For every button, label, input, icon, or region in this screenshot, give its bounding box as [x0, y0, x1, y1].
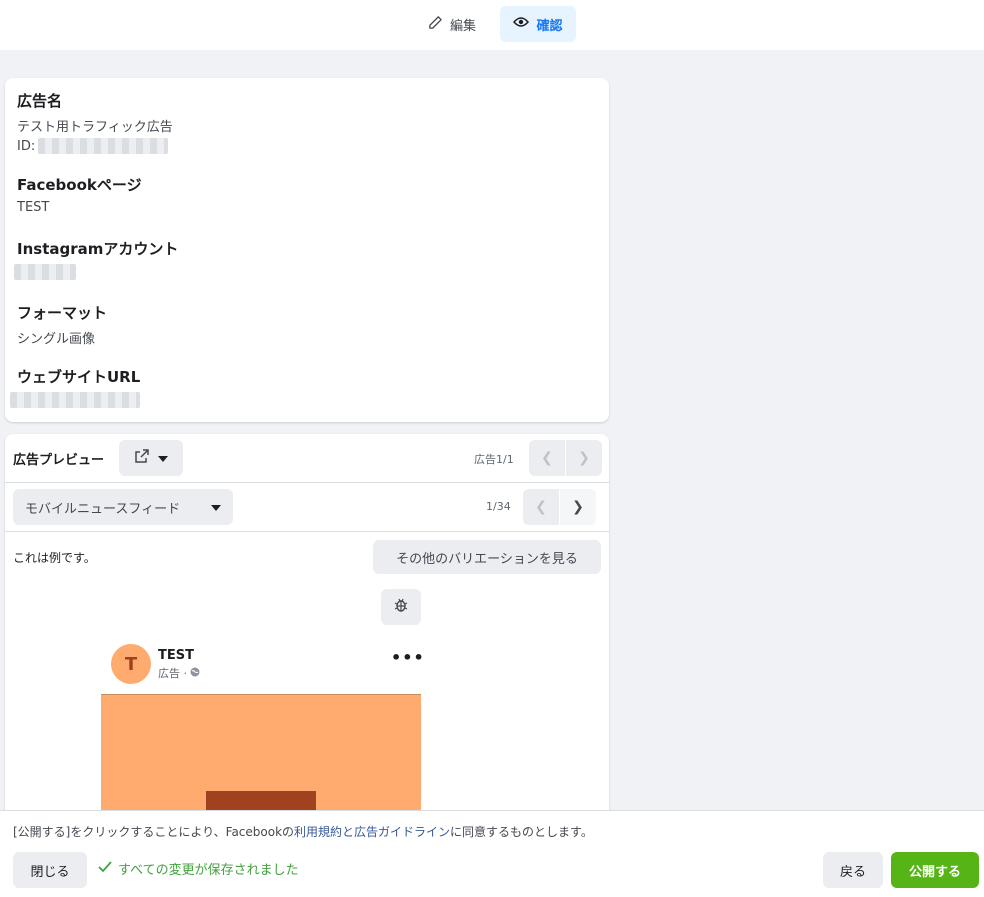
post-page-name: TEST	[158, 648, 194, 663]
saved-status: すべての変更が保存されました	[98, 859, 299, 878]
publish-button[interactable]: 公開する	[891, 852, 979, 888]
post-sponsored-label: 広告 ·	[158, 665, 200, 681]
redacted-url	[10, 392, 140, 408]
chevron-right-icon: ❯	[578, 450, 590, 466]
terms-text: [公開する]をクリックすることにより、Facebookの利用規約と広告ガイドライ…	[13, 825, 593, 839]
website-section: ウェブサイトURL	[10, 366, 141, 412]
chevron-right-icon: ❯	[572, 499, 584, 515]
more-variations-button[interactable]: その他のバリエーションを見る	[373, 540, 601, 574]
prev-ad-button[interactable]: ❮	[529, 440, 565, 476]
ad-count: 広告1/1	[474, 453, 514, 466]
prev-placement-button[interactable]: ❮	[523, 489, 559, 525]
ad-name-title: 広告名	[17, 92, 63, 110]
next-ad-button[interactable]: ❯	[566, 440, 602, 476]
ad-id-label: ID:	[17, 138, 36, 154]
close-button[interactable]: 閉じる	[13, 852, 87, 888]
website-title: ウェブサイトURL	[17, 368, 141, 386]
tab-review-label: 確認	[536, 18, 563, 34]
caret-down-icon	[211, 500, 221, 515]
placement-label: モバイルニュースフィード	[25, 501, 181, 517]
placement-dropdown[interactable]: モバイルニュースフィード	[13, 489, 233, 525]
bug-icon	[393, 597, 409, 617]
example-note: これは例です。	[13, 551, 96, 565]
tab-edit[interactable]: 編集	[418, 6, 486, 42]
redacted-id	[38, 138, 169, 154]
top-bar: 編集 確認	[0, 0, 984, 50]
page-avatar: T	[111, 644, 151, 684]
divider	[5, 531, 609, 532]
pencil-icon	[428, 15, 443, 34]
divider	[5, 482, 609, 483]
fb-page-section: Facebookページ TEST	[17, 174, 142, 215]
fb-page-value: TEST	[17, 200, 50, 215]
tab-review[interactable]: 確認	[500, 6, 576, 42]
back-button[interactable]: 戻る	[823, 852, 883, 888]
instagram-section: Instagramアカウント	[14, 238, 179, 284]
preview-title: 広告プレビュー	[13, 453, 105, 468]
instagram-title: Instagramアカウント	[17, 240, 179, 258]
saved-status-label: すべての変更が保存されました	[118, 863, 299, 878]
preview-share-dropdown[interactable]	[119, 440, 183, 476]
globe-icon	[190, 667, 200, 680]
external-link-icon	[134, 448, 150, 468]
format-title: フォーマット	[17, 304, 108, 322]
next-placement-button[interactable]: ❯	[560, 489, 596, 525]
terms-link[interactable]: 利用規約と広告ガイドライン	[294, 825, 450, 839]
bug-report-button[interactable]	[381, 589, 421, 625]
more-options-icon[interactable]: •••	[391, 648, 425, 667]
ad-name-section: 広告名 テスト用トラフィック広告 ID:	[17, 90, 173, 154]
redacted-instagram	[14, 264, 76, 280]
format-value: シングル画像	[17, 332, 96, 347]
chevron-left-icon: ❮	[541, 450, 553, 466]
ad-preview-card: 広告プレビュー 広告1/1 ❮ ❯ モバイルニュースフィード 1/34 ❮ ❯ …	[5, 434, 609, 854]
tab-edit-label: 編集	[450, 18, 477, 34]
ad-info-card: 広告名 テスト用トラフィック広告 ID: Facebookページ TEST In…	[5, 78, 609, 422]
footer-bar: [公開する]をクリックすることにより、Facebookの利用規約と広告ガイドライ…	[0, 810, 984, 897]
fb-page-title: Facebookページ	[17, 176, 142, 194]
ad-id-row: ID:	[17, 138, 173, 154]
caret-down-icon	[158, 450, 168, 466]
check-icon	[98, 860, 112, 877]
format-section: フォーマット シングル画像	[17, 302, 107, 347]
placement-count: 1/34	[486, 500, 511, 513]
eye-icon	[513, 16, 530, 32]
ad-name-value: テスト用トラフィック広告	[17, 120, 173, 135]
chevron-left-icon: ❮	[535, 499, 547, 515]
